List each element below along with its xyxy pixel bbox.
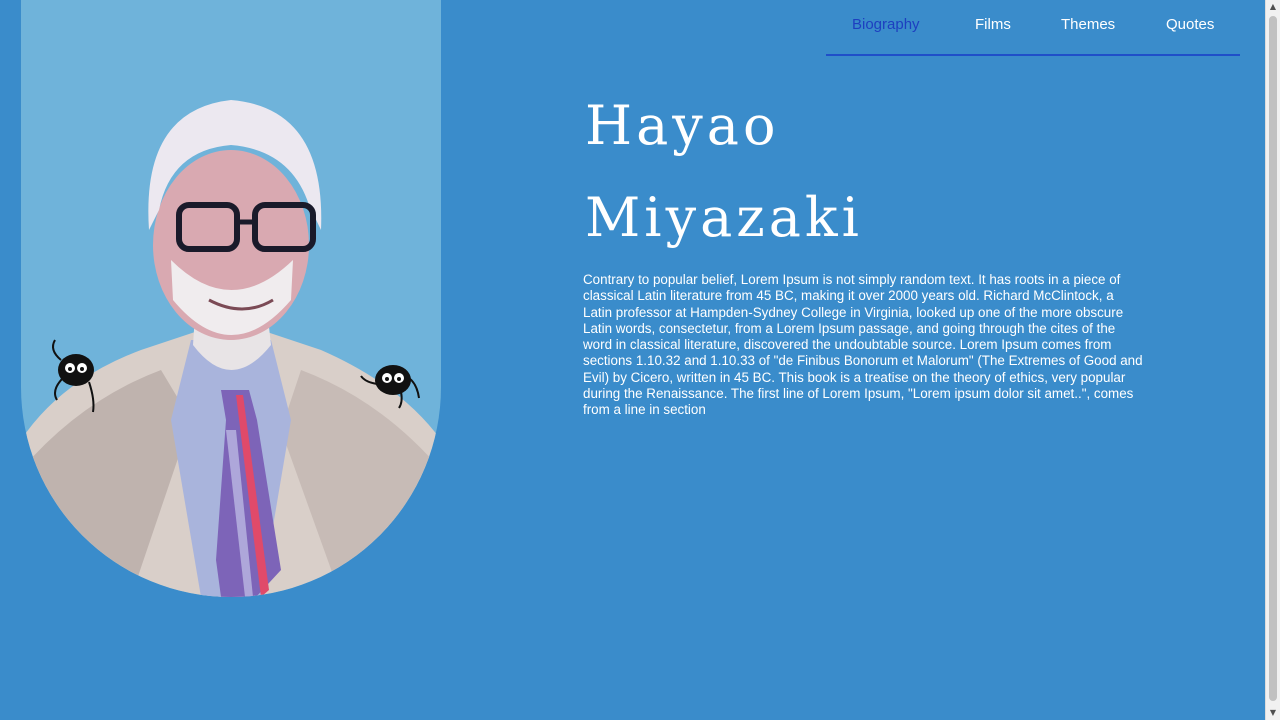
title-first-name: Hayao (585, 94, 780, 157)
portrait-image (21, 100, 441, 597)
page: Biography Films Themes Quotes Hayao Miya… (0, 0, 1280, 720)
portrait-panel (21, 0, 441, 597)
scrollbar-thumb[interactable] (1269, 16, 1277, 701)
main-nav: Biography Films Themes Quotes (826, 0, 1240, 56)
nav-themes[interactable]: Themes (1061, 16, 1115, 33)
biography-text: Contrary to popular belief, Lorem Ipsum … (583, 272, 1143, 418)
page-title: Hayao Miyazaki (585, 80, 1085, 264)
nav-biography[interactable]: Biography (852, 16, 920, 33)
vertical-scrollbar[interactable]: ▲ ▼ (1265, 0, 1280, 720)
nav-films[interactable]: Films (975, 16, 1011, 33)
scroll-up-icon[interactable]: ▲ (1266, 0, 1280, 14)
nav-quotes[interactable]: Quotes (1166, 16, 1214, 33)
title-last-name: Miyazaki (585, 186, 863, 249)
scroll-down-icon[interactable]: ▼ (1266, 706, 1280, 720)
